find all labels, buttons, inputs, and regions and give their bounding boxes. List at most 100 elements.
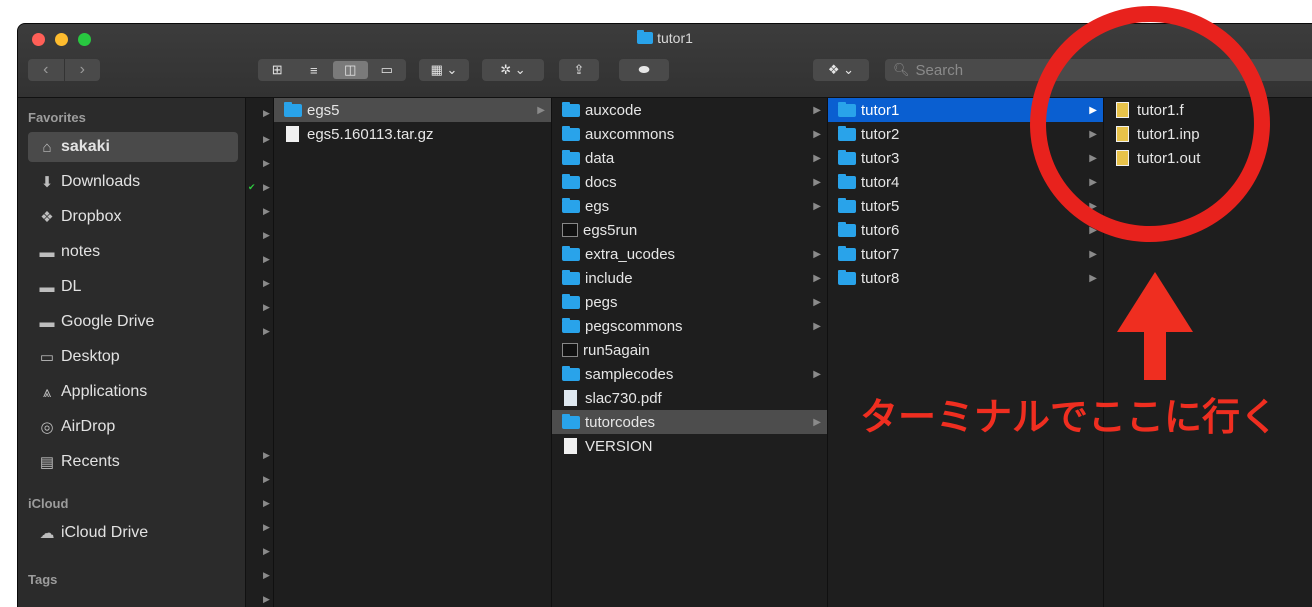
list-item[interactable]: samplecodes ▶	[552, 362, 827, 386]
forward-button[interactable]: ›	[64, 59, 100, 81]
chevron-right-icon: ▶	[813, 176, 821, 188]
disclosure-arrow-icon[interactable]: ▶	[263, 570, 270, 581]
terminal-icon	[562, 223, 578, 237]
list-item[interactable]: pegscommons ▶	[552, 314, 827, 338]
list-item[interactable]: auxcommons ▶	[552, 122, 827, 146]
sidebar-item-recents[interactable]: ▤ Recents	[28, 447, 238, 477]
folder-icon	[838, 269, 856, 285]
gear-icon: ✲ ⌄	[500, 62, 526, 77]
chevron-right-icon: ▶	[537, 104, 545, 116]
tag-button[interactable]: ⬬	[619, 59, 669, 81]
chevron-right-icon: ▶	[1089, 272, 1097, 284]
disclosure-arrow-icon[interactable]: ▶	[263, 594, 270, 605]
terminal-icon	[562, 343, 578, 357]
sidebar-item-dl[interactable]: ▬ DL	[28, 272, 238, 302]
list-item[interactable]: tutor6 ▶	[828, 218, 1103, 242]
disclosure-arrow-icon[interactable]: ▶	[263, 134, 270, 145]
sidebar-item-airdrop[interactable]: ◎ AirDrop	[28, 412, 238, 442]
list-item[interactable]: tutor8 ▶	[828, 266, 1103, 290]
view-mode-control[interactable]: ⊞ ≡ ◫ ▭	[258, 59, 406, 81]
sidebar-heading-icloud: iCloud	[28, 496, 69, 511]
sidebar-heading-tags: Tags	[28, 572, 58, 587]
group-button[interactable]: ▦ ⌄	[419, 59, 469, 81]
back-button[interactable]: ‹	[28, 59, 64, 81]
sidebar: Favorites ⌂ sakaki ⬇ Downloads ❖ Dropbox ▬ n…	[18, 98, 246, 607]
list-item-egs5[interactable]: egs5 ▶	[274, 98, 551, 122]
dropbox-icon: ❖	[40, 209, 54, 226]
action-button[interactable]: ✲ ⌄	[482, 59, 544, 81]
sidebar-item-desktop[interactable]: ▭ Desktop	[28, 342, 238, 372]
disclosure-arrow-icon[interactable]: ▶	[263, 474, 270, 485]
list-item[interactable]: auxcode ▶	[552, 98, 827, 122]
sidebar-item-sakaki[interactable]: ⌂ sakaki	[28, 132, 238, 162]
folder-icon	[562, 293, 580, 309]
disclosure-arrow-icon[interactable]: ▶	[263, 158, 270, 169]
disclosure-arrow-icon[interactable]: ▶	[263, 522, 270, 533]
folder-icon: ▬	[39, 278, 55, 296]
disclosure-arrow-icon[interactable]: ▶	[263, 546, 270, 557]
list-item-tutorcodes[interactable]: tutorcodes ▶	[552, 410, 827, 434]
annotation-arrow-head	[1117, 272, 1193, 332]
disclosure-arrow-icon[interactable]: ▶	[263, 182, 270, 193]
tag-icon: ⬬	[638, 62, 650, 77]
list-item[interactable]: data ▶	[552, 146, 827, 170]
folder-icon	[838, 173, 856, 189]
disclosure-arrow-icon[interactable]: ▶	[263, 278, 270, 289]
sidebar-item-dropbox[interactable]: ❖ Dropbox	[28, 202, 238, 232]
chevron-right-icon: ▶	[813, 200, 821, 212]
disclosure-arrow-icon[interactable]: ▶	[263, 498, 270, 509]
disclosure-arrow-icon[interactable]: ▶	[263, 326, 270, 337]
share-button[interactable]: ⇪	[559, 59, 599, 81]
list-view-icon[interactable]: ≡	[297, 61, 332, 79]
list-item[interactable]: run5again	[552, 338, 827, 362]
folder-icon	[838, 221, 856, 237]
list-item[interactable]: tutor7 ▶	[828, 242, 1103, 266]
folder-icon	[838, 149, 856, 165]
disclosure-arrow-icon[interactable]: ▶	[263, 450, 270, 461]
folder-icon	[562, 365, 580, 381]
sidebar-item-icloud-drive[interactable]: ☁ iCloud Drive	[28, 518, 238, 548]
folder-icon	[562, 245, 580, 261]
list-item[interactable]: extra_ucodes ▶	[552, 242, 827, 266]
list-item[interactable]: docs ▶	[552, 170, 827, 194]
sidebar-item-notes[interactable]: ▬ notes	[28, 237, 238, 267]
chevron-right-icon: ▶	[813, 104, 821, 116]
disclosure-arrow-icon[interactable]: ▶	[263, 230, 270, 241]
folder-icon	[562, 413, 580, 429]
disclosure-arrow-icon[interactable]: ▶	[263, 254, 270, 265]
icon-view-icon[interactable]: ⊞	[260, 61, 295, 79]
list-item[interactable]: include ▶	[552, 266, 827, 290]
home-icon: ⌂	[42, 138, 52, 156]
list-item[interactable]: pegs ▶	[552, 290, 827, 314]
desktop-icon: ▭	[39, 349, 55, 366]
chevron-right-icon: ▶	[813, 248, 821, 260]
folder-icon	[562, 197, 580, 213]
list-item[interactable]: egs5run	[552, 218, 827, 242]
chevron-right-icon: ▶	[1089, 248, 1097, 260]
sidebar-item-google-drive[interactable]: ▬ Google Drive	[28, 307, 238, 337]
list-item[interactable]: VERSION	[552, 434, 827, 458]
dropbox-icon: ❖ ⌄	[827, 62, 855, 77]
list-item[interactable]: slac730.pdf	[552, 386, 827, 410]
cloud-icon: ☁	[39, 525, 55, 542]
disclosure-arrow-icon[interactable]: ▶	[263, 206, 270, 217]
dropbox-button[interactable]: ❖ ⌄	[813, 59, 869, 81]
folder-icon	[838, 197, 856, 213]
sidebar-item-downloads[interactable]: ⬇ Downloads	[28, 167, 238, 197]
chevron-right-icon: ▶	[813, 128, 821, 140]
disclosure-arrow-icon[interactable]: ▶	[263, 302, 270, 313]
applications-icon: ⩓	[42, 383, 52, 401]
list-item[interactable]: egs ▶	[552, 194, 827, 218]
folder-icon	[284, 101, 302, 117]
document-icon	[286, 126, 299, 142]
folder-icon: ▬	[39, 313, 55, 331]
column-view-icon[interactable]: ◫	[333, 61, 368, 79]
back-forward-control[interactable]: ‹ ›	[28, 59, 100, 81]
chevron-right-icon: ▶	[813, 368, 821, 380]
list-item-egs5-tarball[interactable]: egs5.160113.tar.gz	[274, 122, 551, 146]
annotation-text: ターミナルでここに行く	[860, 395, 1279, 439]
recents-icon: ▤	[39, 454, 55, 471]
disclosure-arrow-icon[interactable]: ▶	[263, 108, 270, 119]
gallery-view-icon[interactable]: ▭	[370, 61, 405, 79]
sidebar-item-applications[interactable]: ⩓ Applications	[28, 377, 238, 407]
